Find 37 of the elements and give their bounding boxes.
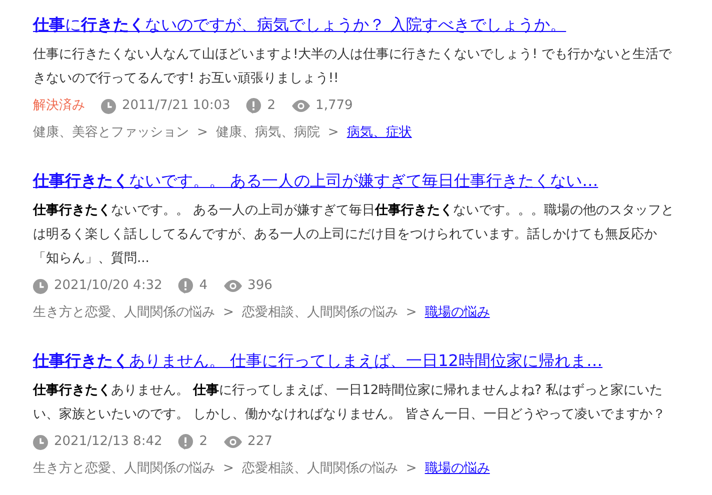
category-label: 生き方と恋愛、人間関係の悩み [33,460,215,478]
breadcrumb-separator: > [197,124,208,142]
breadcrumb-separator: > [406,304,417,322]
category-label: 生き方と恋愛、人間関係の悩み [33,304,215,322]
eye-icon [224,436,242,448]
post-date: 2011/7/21 10:03 [122,97,230,115]
breadcrumb-separator: > [328,124,339,142]
speech-bubble-icon [246,98,262,114]
category-link[interactable]: 職場の悩み [424,301,490,325]
post-date: 2021/10/20 4:32 [54,277,162,295]
category-label: 恋愛相談、人間関係の悩み [242,460,398,478]
speech-bubble-icon [178,278,194,294]
result-snippet: 仕事行きたくないです。。 ある一人の上司が嫌すぎて毎日仕事行きたくないです。。。職場の他のスタッフとは明るく楽しく話ししてるんですが、ある一人の上司にだけ目をつけられています。話しかけても無反応か「知らん」、質問... [33,202,676,268]
breadcrumb-separator: > [406,460,417,478]
view-count: 227 [248,433,272,451]
result-snippet: 仕事に行きたくない人なんて山ほどいますよ!大半の人は仕事に行きたくないでしょう! でも行かないと生活できないので行ってるんです! お互い頑張りましょう!! [33,46,673,88]
eye-icon [224,280,242,292]
clock-icon [33,434,48,450]
breadcrumb-separator: > [223,304,234,322]
category-label: 健康、病気、病院 [216,124,320,142]
status-label: 解決済み [33,97,85,115]
category-link[interactable]: 病気、症状 [346,121,412,145]
post-date: 2021/12/13 8:42 [54,433,162,451]
speech-bubble-icon [178,434,194,450]
category-label: 健康、美容とファッション [33,124,189,142]
view-count: 396 [248,277,272,295]
clock-icon [33,278,48,294]
clock-icon [101,98,116,114]
answer-count: 2 [267,97,276,115]
result-snippet: 仕事行きたくありません。 仕事に行ってしまえば、一日12時間位家に帰れませんよね? 私はずっと家にいたい、家族といたいのです。 しかし、働かなければなりません。 皆さん一日、一日どうやって凌いでますか？ [33,382,666,424]
answer-count: 4 [199,277,208,295]
view-count: 1,779 [316,97,353,115]
category-label: 恋愛相談、人間関係の悩み [242,304,398,322]
category-link[interactable]: 職場の悩み [424,457,490,481]
eye-icon [292,100,310,112]
answer-count: 2 [199,433,208,451]
breadcrumb-separator: > [223,460,234,478]
